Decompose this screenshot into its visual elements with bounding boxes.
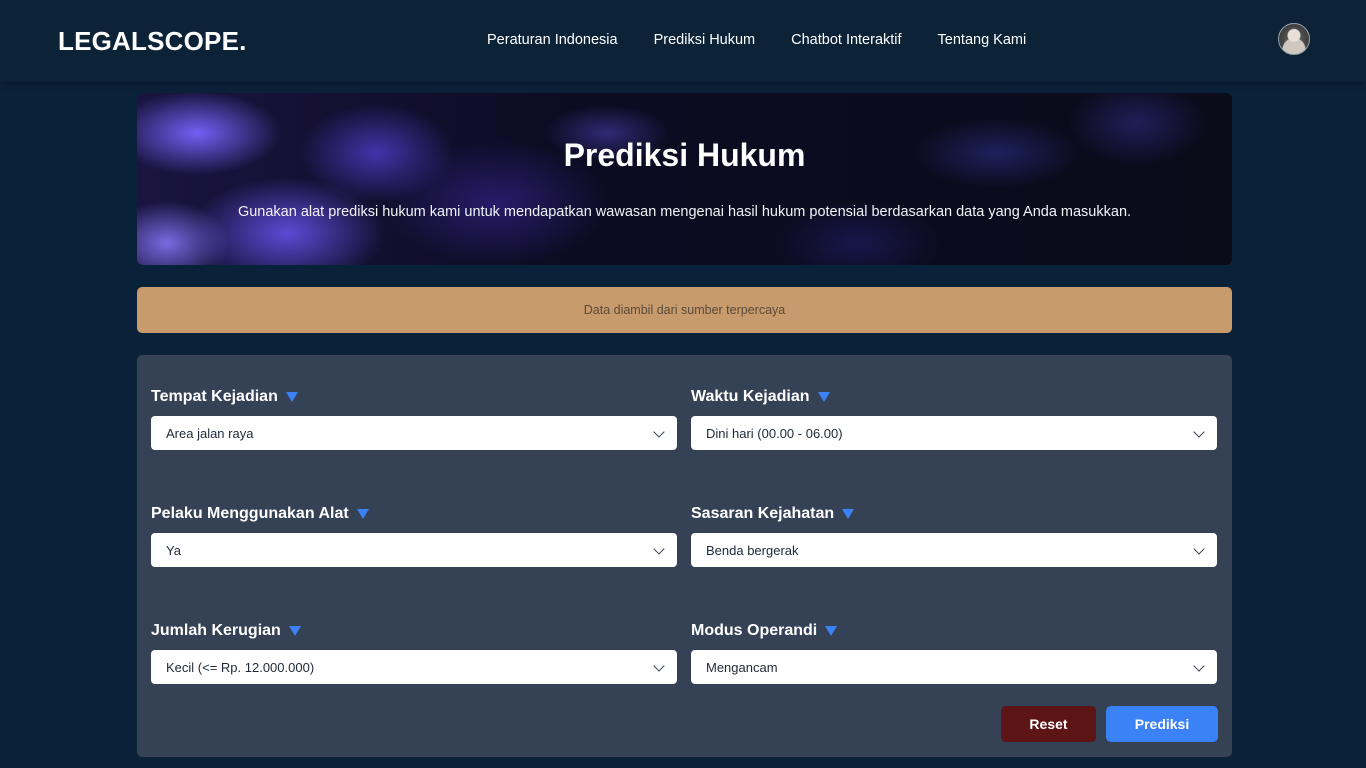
- select-value: Mengancam: [706, 659, 778, 675]
- select-waktu-kejadian[interactable]: Dini hari (00.00 - 06.00): [691, 416, 1217, 450]
- field-label-text: Jumlah Kerugian: [151, 622, 281, 639]
- triangle-down-icon: [285, 392, 298, 402]
- select-tempat-kejadian[interactable]: Area jalan raya: [151, 416, 677, 450]
- select-value: Benda bergerak: [706, 542, 799, 558]
- triangle-down-icon: [825, 626, 838, 636]
- user-avatar-icon[interactable]: [1278, 23, 1310, 55]
- select-value: Dini hari (00.00 - 06.00): [706, 425, 843, 441]
- field-label-waktu-kejadian: Waktu Kejadian: [691, 388, 830, 406]
- source-notice: Data diambil dari sumber terpercaya: [137, 287, 1232, 333]
- chevron-down-icon: [1193, 543, 1205, 555]
- chevron-down-icon: [1193, 660, 1205, 672]
- select-value: Area jalan raya: [166, 425, 254, 441]
- field-label-text: Pelaku Menggunakan Alat: [151, 505, 349, 522]
- chevron-down-icon: [1193, 426, 1205, 438]
- triangle-down-icon: [842, 509, 855, 519]
- field-label-text: Waktu Kejadian: [691, 388, 810, 405]
- field-label-text: Tempat Kejadian: [151, 388, 278, 405]
- chevron-down-icon: [653, 660, 665, 672]
- select-sasaran-kejahatan[interactable]: Benda bergerak: [691, 533, 1217, 567]
- triangle-down-icon: [817, 392, 830, 402]
- brand-logo[interactable]: LEGALSCOPE.: [58, 26, 247, 57]
- select-jumlah-kerugian[interactable]: Kecil (<= Rp. 12.000.000): [151, 650, 677, 684]
- field-label-text: Sasaran Kejahatan: [691, 505, 835, 522]
- chevron-down-icon: [653, 426, 665, 438]
- reset-button[interactable]: Reset: [1001, 706, 1096, 742]
- prediction-form: Tempat Kejadian Area jalan raya Waktu Ke…: [137, 355, 1232, 757]
- select-value: Ya: [166, 542, 181, 558]
- field-label-sasaran-kejahatan: Sasaran Kejahatan: [691, 505, 855, 523]
- predict-button[interactable]: Prediksi: [1106, 706, 1218, 742]
- triangle-down-icon: [288, 626, 301, 636]
- field-label-pelaku-menggunakan-alat: Pelaku Menggunakan Alat: [151, 505, 369, 523]
- field-label-jumlah-kerugian: Jumlah Kerugian: [151, 622, 301, 640]
- field-label-text: Modus Operandi: [691, 622, 818, 639]
- select-pelaku-menggunakan-alat[interactable]: Ya: [151, 533, 677, 567]
- chevron-down-icon: [653, 543, 665, 555]
- nav-link-prediksi-hukum[interactable]: Prediksi Hukum: [654, 32, 756, 52]
- select-modus-operandi[interactable]: Mengancam: [691, 650, 1217, 684]
- triangle-down-icon: [356, 509, 369, 519]
- page-title: Prediksi Hukum: [563, 137, 806, 173]
- hero-banner: Prediksi Hukum Gunakan alat prediksi huk…: [137, 93, 1232, 265]
- page-subtitle: Gunakan alat prediksi hukum kami untuk m…: [237, 204, 1132, 220]
- nav-link-tentang-kami[interactable]: Tentang Kami: [938, 32, 1027, 52]
- field-label-modus-operandi: Modus Operandi: [691, 622, 838, 640]
- field-label-tempat-kejadian: Tempat Kejadian: [151, 388, 298, 406]
- nav-link-chatbot-interaktif[interactable]: Chatbot Interaktif: [791, 32, 901, 52]
- select-value: Kecil (<= Rp. 12.000.000): [166, 659, 315, 675]
- nav-links: Peraturan Indonesia Prediksi Hukum Chatb…: [487, 32, 1026, 52]
- nav-link-peraturan-indonesia[interactable]: Peraturan Indonesia: [487, 32, 618, 52]
- top-navbar: LEGALSCOPE. Peraturan Indonesia Prediksi…: [0, 0, 1366, 82]
